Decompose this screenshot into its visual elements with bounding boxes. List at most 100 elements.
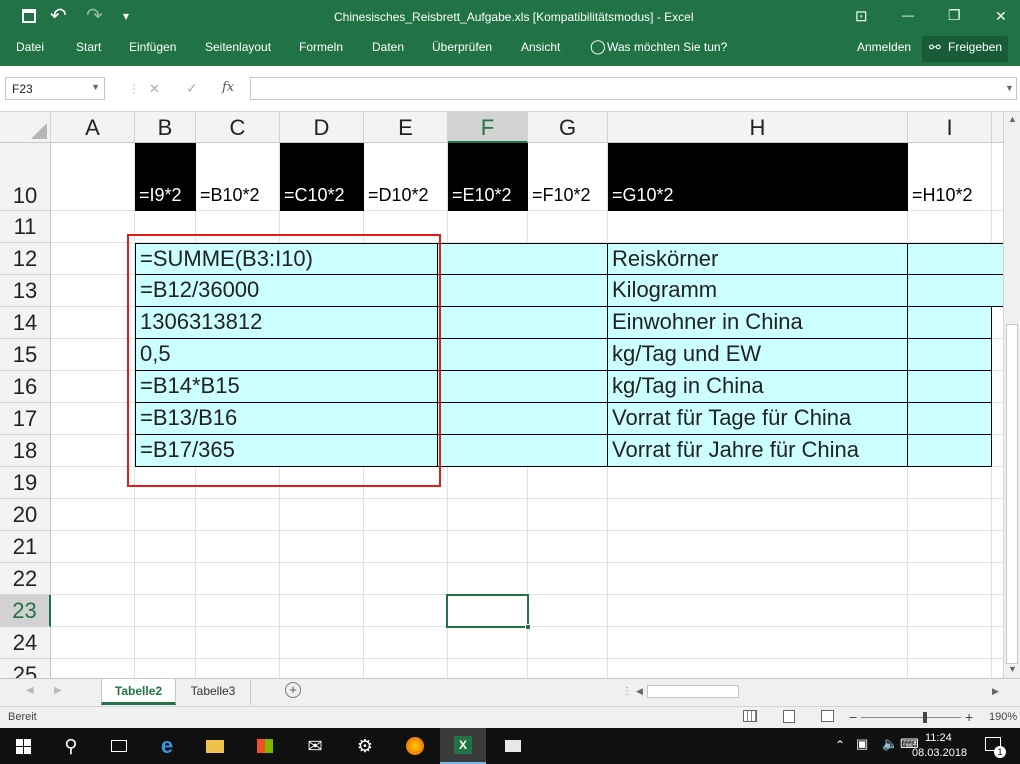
cell-c10[interactable]: =B10*2 [196, 143, 279, 210]
cell-h13[interactable]: Kilogramm [608, 275, 908, 307]
col-header-e[interactable]: E [364, 112, 448, 143]
cell-h16[interactable]: kg/Tag in China [608, 371, 908, 403]
undo-icon[interactable]: ↶ [50, 3, 67, 28]
cell-e10[interactable]: =D10*2 [364, 143, 447, 210]
cell-i17[interactable] [908, 403, 992, 435]
row-header-16[interactable]: 16 [0, 371, 51, 403]
add-sheet-icon[interactable]: + [285, 682, 301, 698]
zoom-in-button[interactable]: + [965, 709, 973, 725]
tab-scroll-right-icon[interactable]: ▶ [54, 685, 62, 696]
cell-e13[interactable] [438, 275, 608, 307]
file-explorer-icon[interactable] [192, 728, 238, 764]
tab-ansicht[interactable]: Ansicht [521, 40, 560, 54]
ribbon-display-options-icon[interactable]: ⊡ [855, 7, 868, 25]
col-header-h[interactable]: H [608, 112, 908, 143]
mail-icon[interactable]: ✉ [292, 728, 338, 764]
file-manager-icon[interactable] [490, 728, 536, 764]
cell-b10[interactable]: =I9*2 [135, 143, 196, 211]
cell-i13[interactable] [908, 275, 1003, 307]
tab-seitenlayout[interactable]: Seitenlayout [205, 40, 271, 54]
scroll-down-icon[interactable]: ▼ [1008, 664, 1017, 674]
network-icon[interactable]: ▣ [856, 736, 868, 752]
cell-e17[interactable] [438, 403, 608, 435]
task-view-icon[interactable] [96, 728, 142, 764]
row-header-11[interactable]: 11 [0, 211, 51, 243]
tab-daten[interactable]: Daten [372, 40, 404, 54]
cell-d10[interactable]: =C10*2 [280, 143, 364, 211]
cell-h17[interactable]: Vorrat für Tage für China [608, 403, 908, 435]
normal-view-icon[interactable] [743, 710, 757, 722]
zoom-level[interactable]: 190% [989, 711, 1017, 723]
col-header-j[interactable] [992, 112, 1003, 143]
cell-i15[interactable] [908, 339, 992, 371]
cell-e18[interactable] [438, 435, 608, 467]
close-icon[interactable]: ✕ [995, 8, 1007, 25]
col-header-a[interactable]: A [51, 112, 135, 143]
zoom-slider[interactable] [861, 712, 961, 723]
restore-icon[interactable]: ❐ [948, 7, 961, 24]
zoom-out-button[interactable]: − [849, 709, 857, 725]
people-icon[interactable]: ⌃ [835, 738, 845, 752]
row-header-10[interactable]: 10 [0, 143, 51, 211]
name-box[interactable]: F23 ▼ [5, 77, 105, 100]
col-header-d[interactable]: D [280, 112, 364, 143]
redo-icon[interactable]: ↷ [86, 3, 103, 28]
cell-i14[interactable] [908, 307, 992, 339]
cell-h14[interactable]: Einwohner in China [608, 307, 908, 339]
horizontal-scrollbar[interactable] [645, 684, 990, 700]
fill-handle[interactable] [525, 624, 531, 630]
row-header-22[interactable]: 22 [0, 563, 51, 595]
tell-me-search[interactable]: Was möchten Sie tun? [607, 40, 727, 54]
cancel-icon[interactable]: ✕ [149, 81, 160, 97]
sheet-tab-tabelle3[interactable]: Tabelle3 [176, 679, 251, 705]
col-header-i[interactable]: I [908, 112, 992, 143]
row-header-21[interactable]: 21 [0, 531, 51, 563]
hscroll-left-icon[interactable]: ◀ [636, 686, 643, 697]
row-header-14[interactable]: 14 [0, 307, 51, 339]
row-header-25[interactable]: 25 [0, 659, 51, 678]
save-icon[interactable] [22, 9, 36, 23]
cell-i16[interactable] [908, 371, 992, 403]
row-header-12[interactable]: 12 [0, 243, 51, 275]
clock-time[interactable]: 11:24 [925, 732, 952, 744]
scroll-up-icon[interactable]: ▲ [1008, 114, 1017, 124]
enter-icon[interactable]: ✓ [186, 80, 198, 97]
row-header-19[interactable]: 19 [0, 467, 51, 499]
split-handle[interactable]: ⋮ [622, 686, 632, 697]
page-break-view-icon[interactable] [821, 710, 834, 722]
cell-e14[interactable] [438, 307, 608, 339]
tab-ueberpruefen[interactable]: Überprüfen [432, 40, 492, 54]
row-header-20[interactable]: 20 [0, 499, 51, 531]
cell-i12[interactable] [908, 243, 1003, 275]
col-header-b[interactable]: B [135, 112, 196, 143]
excel-taskbar-icon[interactable]: X [440, 728, 486, 764]
cell-h12[interactable]: Reiskörner [608, 243, 908, 275]
col-header-g[interactable]: G [528, 112, 608, 143]
row-header-15[interactable]: 15 [0, 339, 51, 371]
cell-e12[interactable] [438, 243, 608, 275]
tab-datei[interactable]: Datei [16, 40, 44, 54]
clock-date[interactable]: 08.03.2018 [912, 747, 967, 759]
select-all-corner[interactable] [0, 112, 51, 143]
zoom-slider-thumb[interactable] [923, 712, 927, 723]
sheet-tab-tabelle2[interactable]: Tabelle2 [101, 679, 176, 705]
active-cell-f23[interactable] [446, 594, 531, 630]
cell-g10[interactable]: =F10*2 [528, 143, 607, 210]
signin-link[interactable]: Anmelden [857, 40, 911, 54]
page-layout-view-icon[interactable] [783, 710, 795, 723]
cell-h18[interactable]: Vorrat für Jahre für China [608, 435, 908, 467]
row-header-18[interactable]: 18 [0, 435, 51, 467]
hscroll-right-icon[interactable]: ▶ [992, 686, 999, 697]
cell-h10[interactable]: =G10*2 [608, 143, 908, 211]
cell-f10[interactable]: =E10*2 [448, 143, 528, 211]
expand-formula-bar-icon[interactable]: ▼ [1005, 83, 1014, 93]
insert-function-icon[interactable]: fx [222, 80, 234, 95]
vertical-scrollbar[interactable]: ▲ ▼ [1003, 112, 1020, 678]
tab-start[interactable]: Start [76, 40, 101, 54]
minimize-icon[interactable]: — [902, 8, 914, 22]
edge-browser-icon[interactable]: e [144, 728, 190, 764]
volume-mute-icon[interactable]: 🔈 [882, 736, 898, 752]
col-header-c[interactable]: C [196, 112, 280, 143]
customize-toolbar-icon[interactable]: ▾ [123, 9, 129, 23]
vertical-scroll-thumb[interactable] [1006, 324, 1018, 664]
